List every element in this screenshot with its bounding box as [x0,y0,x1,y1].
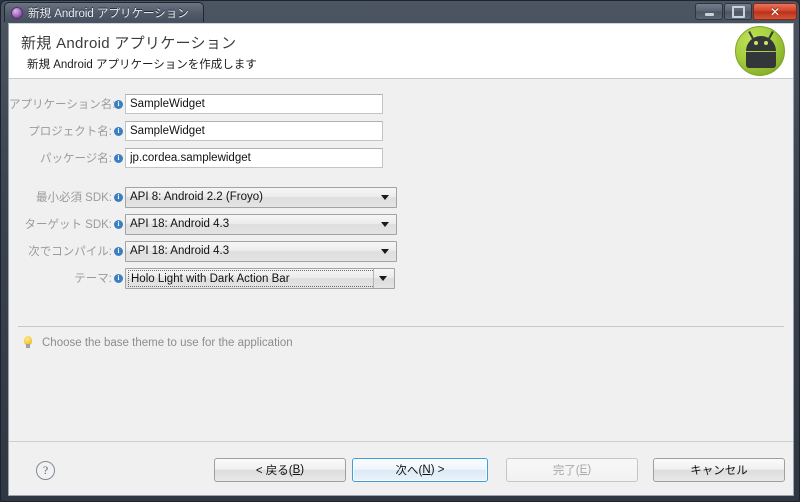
target-sdk-value: API 18: Android 4.3 [130,218,230,230]
compile-with-select[interactable]: API 18: Android 4.3 [125,240,397,262]
hint-separator [18,326,784,327]
back-button-mnemonic: B [292,464,301,476]
field-row-target-sdk: ターゲット SDK: i API 18: Android 4.3 [9,213,793,235]
label-package-name: パッケージ名: [40,153,112,165]
target-sdk-select[interactable]: API 18: Android 4.3 [125,213,397,235]
application-name-input[interactable] [125,94,383,114]
back-button-label: < 戻る( [255,465,293,477]
page-title: 新規 Android アプリケーション [21,35,237,52]
chevron-down-icon [381,222,389,227]
dialog-client-area: 新規 Android アプリケーション 新規 Android アプリケーションを… [8,23,794,496]
dialog-footer: ? < 戻る(B) 次へ(N) > 完了(E) キャンセル [9,442,793,495]
close-icon[interactable]: ✕ [753,3,797,20]
field-row-compile-with: 次でコンパイル: i API 18: Android 4.3 [9,240,793,262]
window-title-tab: 新規 Android アプリケーション [4,2,204,22]
help-button[interactable]: ? [36,461,55,480]
field-row-application-name: アプリケーション名: i [9,94,793,114]
maximize-icon[interactable] [724,3,752,20]
lightbulb-icon [23,336,33,349]
info-icon[interactable]: i [114,192,123,202]
label-target-sdk: ターゲット SDK: [24,219,112,231]
next-button-label-post: ) > [430,464,445,476]
finish-button-label: 完了( [552,465,580,477]
compile-with-value: API 18: Android 4.3 [130,245,230,257]
info-icon[interactable]: i [114,246,123,256]
label-compile-with: 次でコンパイル: [28,246,112,258]
sphere-icon [11,6,23,19]
finish-button-label-post: ) [587,464,592,476]
finish-button-mnemonic: E [579,464,588,476]
field-row-project-name: プロジェクト名: i [9,121,793,141]
window-title: 新規 Android アプリケーション [28,7,189,20]
title-bar[interactable]: 新規 Android アプリケーション ✕ [1,1,799,23]
cancel-button[interactable]: キャンセル [653,458,785,482]
info-icon[interactable]: i [114,219,123,229]
dialog-window: 新規 Android アプリケーション ✕ 新規 Android アプリケーショ… [0,0,800,502]
label-project-name: プロジェクト名: [28,126,112,138]
info-icon[interactable]: i [114,99,123,109]
info-icon[interactable]: i [114,126,123,136]
dialog-header: 新規 Android アプリケーション 新規 Android アプリケーションを… [9,24,793,79]
theme-select[interactable]: Holo Light with Dark Action Bar [125,267,395,289]
back-button[interactable]: < 戻る(B) [214,458,346,482]
android-robot-logo [735,26,785,76]
next-button-label: 次へ( [395,465,423,477]
minimize-icon[interactable] [695,3,723,20]
field-row-theme: テーマ: i Holo Light with Dark Action Bar [9,267,793,289]
field-row-minimum-required-sdk: 最小必須 SDK: i API 8: Android 2.2 (Froyo) [9,186,793,208]
hint-bar: Choose the base theme to use for the app… [23,336,293,349]
theme-value: Holo Light with Dark Action Bar [128,269,393,287]
label-application-name: アプリケーション名: [9,99,116,111]
back-button-label-post: ) [300,464,305,476]
package-name-input[interactable] [125,148,383,168]
minimum-required-sdk-select[interactable]: API 8: Android 2.2 (Froyo) [125,186,397,208]
info-icon[interactable]: i [114,153,123,163]
form-area: アプリケーション名: i プロジェクト名: i パッケージ名: i 最小必須 S… [9,79,793,324]
next-button-mnemonic: N [422,464,431,476]
chevron-down-icon [381,249,389,254]
chevron-down-icon [379,276,387,281]
next-button[interactable]: 次へ(N) > [352,458,488,482]
label-theme: テーマ: [74,273,112,285]
label-minimum-required-sdk: 最小必須 SDK: [35,192,112,204]
page-subtitle: 新規 Android アプリケーションを作成します [27,59,257,71]
chevron-down-icon [381,195,389,200]
cancel-button-label: キャンセル [690,465,748,477]
project-name-input[interactable] [125,121,383,141]
finish-button: 完了(E) [506,458,638,482]
window-controls[interactable]: ✕ [695,3,797,20]
hint-text: Choose the base theme to use for the app… [42,336,293,349]
minimum-required-sdk-value: API 8: Android 2.2 (Froyo) [130,191,263,203]
field-row-package-name: パッケージ名: i [9,148,793,168]
info-icon[interactable]: i [114,273,123,283]
